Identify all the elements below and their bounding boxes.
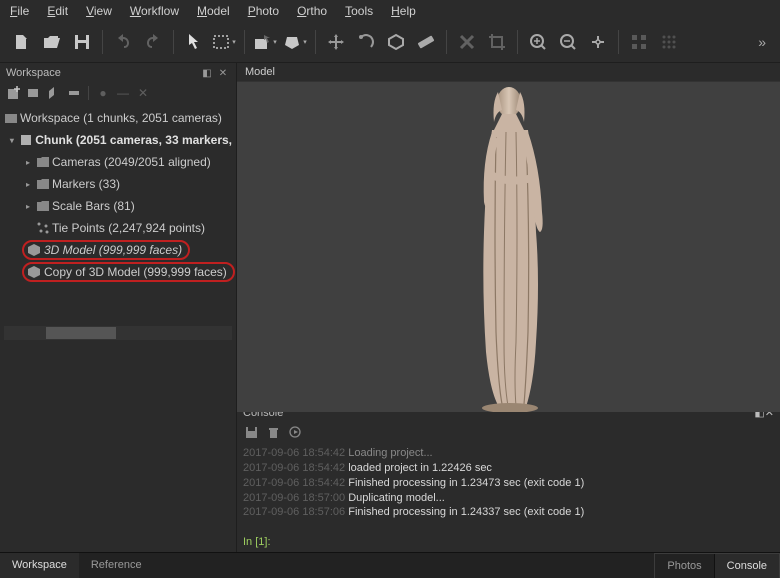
redo-button[interactable] <box>139 28 167 56</box>
console-input[interactable]: In [1]: <box>237 531 780 552</box>
model-icon <box>24 265 44 279</box>
workspace-panel: Workspace ◧ ✕ ● — ✕ Workspace (1 chunks,… <box>0 63 237 552</box>
expand-icon[interactable]: ▸ <box>22 202 34 211</box>
menu-photo[interactable]: Photo <box>248 4 279 18</box>
menu-view[interactable]: View <box>86 4 112 18</box>
workspace-panel-title: Workspace <box>6 67 61 79</box>
tree-workspace-root[interactable]: Workspace (1 chunks, 2051 cameras) <box>0 107 236 129</box>
draw-polygon-button[interactable] <box>281 28 309 56</box>
statusbar: Workspace Reference Photos Console <box>0 552 780 578</box>
menubar: File Edit View Workflow Model Photo Orth… <box>0 0 780 22</box>
status-tab-workspace[interactable]: Workspace <box>0 553 79 578</box>
tree-scalebars[interactable]: ▸ Scale Bars (81) <box>0 195 236 217</box>
chunk-icon <box>18 133 36 147</box>
scrollbar-thumb[interactable] <box>46 327 116 339</box>
console-pane: Console ◧ ✕ 2017-09-06 18:54:42 Loading … <box>237 402 780 552</box>
tree-cameras[interactable]: ▸ Cameras (2049/2051 aligned) <box>0 151 236 173</box>
zoom-in-button[interactable] <box>524 28 552 56</box>
status-tab-photos[interactable]: Photos <box>655 554 713 578</box>
menu-model[interactable]: Model <box>197 4 230 18</box>
collapse-icon[interactable]: ▾ <box>6 136 18 145</box>
console-line: 2017-09-06 18:54:42 loaded project in 1.… <box>243 461 774 476</box>
menu-edit[interactable]: Edit <box>47 4 68 18</box>
toolbar-overflow[interactable]: » <box>752 34 772 50</box>
open-project-button[interactable] <box>38 28 66 56</box>
reset-view-button[interactable] <box>584 28 612 56</box>
model-pane: Model <box>237 63 780 402</box>
model-viewport[interactable] <box>237 82 780 412</box>
save-project-button[interactable] <box>68 28 96 56</box>
console-line: 2017-09-06 18:57:06 Finished processing … <box>243 505 774 520</box>
region-button[interactable] <box>382 28 410 56</box>
disable-chunk-icon[interactable]: — <box>115 85 131 101</box>
status-tab-reference[interactable]: Reference <box>79 553 154 578</box>
annotation-highlight: Copy of 3D Model (999,999 faces) <box>22 262 235 282</box>
show-grid-button[interactable] <box>655 28 683 56</box>
workspace-tree[interactable]: Workspace (1 chunks, 2051 cameras) ▾ Chu… <box>0 107 236 324</box>
menu-help[interactable]: Help <box>391 4 416 18</box>
main-toolbar: » <box>0 22 780 63</box>
console-line: 2017-09-06 18:54:42 Loading project... <box>243 446 774 461</box>
add-marker-icon[interactable] <box>46 85 62 101</box>
new-project-button[interactable] <box>8 28 36 56</box>
enable-chunk-icon[interactable]: ● <box>95 85 111 101</box>
run-script-icon[interactable] <box>287 424 303 440</box>
console-toolbar <box>237 422 780 444</box>
ruler-button[interactable] <box>412 28 440 56</box>
workspace-icon <box>2 111 20 125</box>
navigation-button[interactable] <box>180 28 208 56</box>
menu-ortho[interactable]: Ortho <box>297 4 327 18</box>
close-panel-icon[interactable]: ✕ <box>216 66 230 80</box>
undo-button[interactable] <box>109 28 137 56</box>
rotate-object-button[interactable] <box>352 28 380 56</box>
console-line: 2017-09-06 18:57:00 Duplicating model... <box>243 491 774 506</box>
zoom-out-button[interactable] <box>554 28 582 56</box>
menu-workflow[interactable]: Workflow <box>130 4 179 18</box>
horizontal-scrollbar[interactable] <box>4 326 232 340</box>
menu-tools[interactable]: Tools <box>345 4 373 18</box>
crop-selection-button[interactable] <box>483 28 511 56</box>
model-tab-label: Model <box>237 63 780 82</box>
add-photos-icon[interactable] <box>26 85 42 101</box>
delete-selection-button[interactable] <box>453 28 481 56</box>
add-chunk-icon[interactable] <box>6 85 22 101</box>
annotation-highlight: 3D Model (999,999 faces) <box>22 240 190 260</box>
folder-icon <box>34 156 52 168</box>
expand-icon[interactable]: ▸ <box>22 158 34 167</box>
clear-log-icon[interactable] <box>265 424 281 440</box>
save-log-icon[interactable] <box>243 424 259 440</box>
console-log[interactable]: 2017-09-06 18:54:42 Loading project... 2… <box>237 444 780 531</box>
undock-icon[interactable]: ◧ <box>200 66 214 80</box>
tree-chunk[interactable]: ▾ Chunk (2051 cameras, 33 markers, <box>0 129 236 151</box>
tiepoints-icon <box>34 221 52 235</box>
tree-tiepoints[interactable]: Tie Points (2,247,924 points) <box>0 217 236 239</box>
folder-icon <box>34 200 52 212</box>
folder-icon <box>34 178 52 190</box>
tree-markers[interactable]: ▸ Markers (33) <box>0 173 236 195</box>
status-tab-console[interactable]: Console <box>715 554 779 578</box>
selection-mode-button[interactable] <box>251 28 279 56</box>
model-icon <box>24 243 44 257</box>
move-object-button[interactable] <box>322 28 350 56</box>
expand-icon[interactable]: ▸ <box>22 180 34 189</box>
console-line: 2017-09-06 18:54:42 Finished processing … <box>243 476 774 491</box>
add-scalebar-icon[interactable] <box>66 85 82 101</box>
rectangle-select-button[interactable] <box>210 28 238 56</box>
model-render <box>454 82 564 412</box>
menu-file[interactable]: File <box>10 4 29 18</box>
remove-chunk-icon[interactable]: ✕ <box>135 85 151 101</box>
show-cameras-button[interactable] <box>625 28 653 56</box>
tree-3d-model-copy[interactable]: Copy of 3D Model (999,999 faces) <box>0 261 236 283</box>
workspace-toolbar: ● — ✕ <box>0 83 236 107</box>
tree-3d-model[interactable]: 3D Model (999,999 faces) <box>0 239 236 261</box>
